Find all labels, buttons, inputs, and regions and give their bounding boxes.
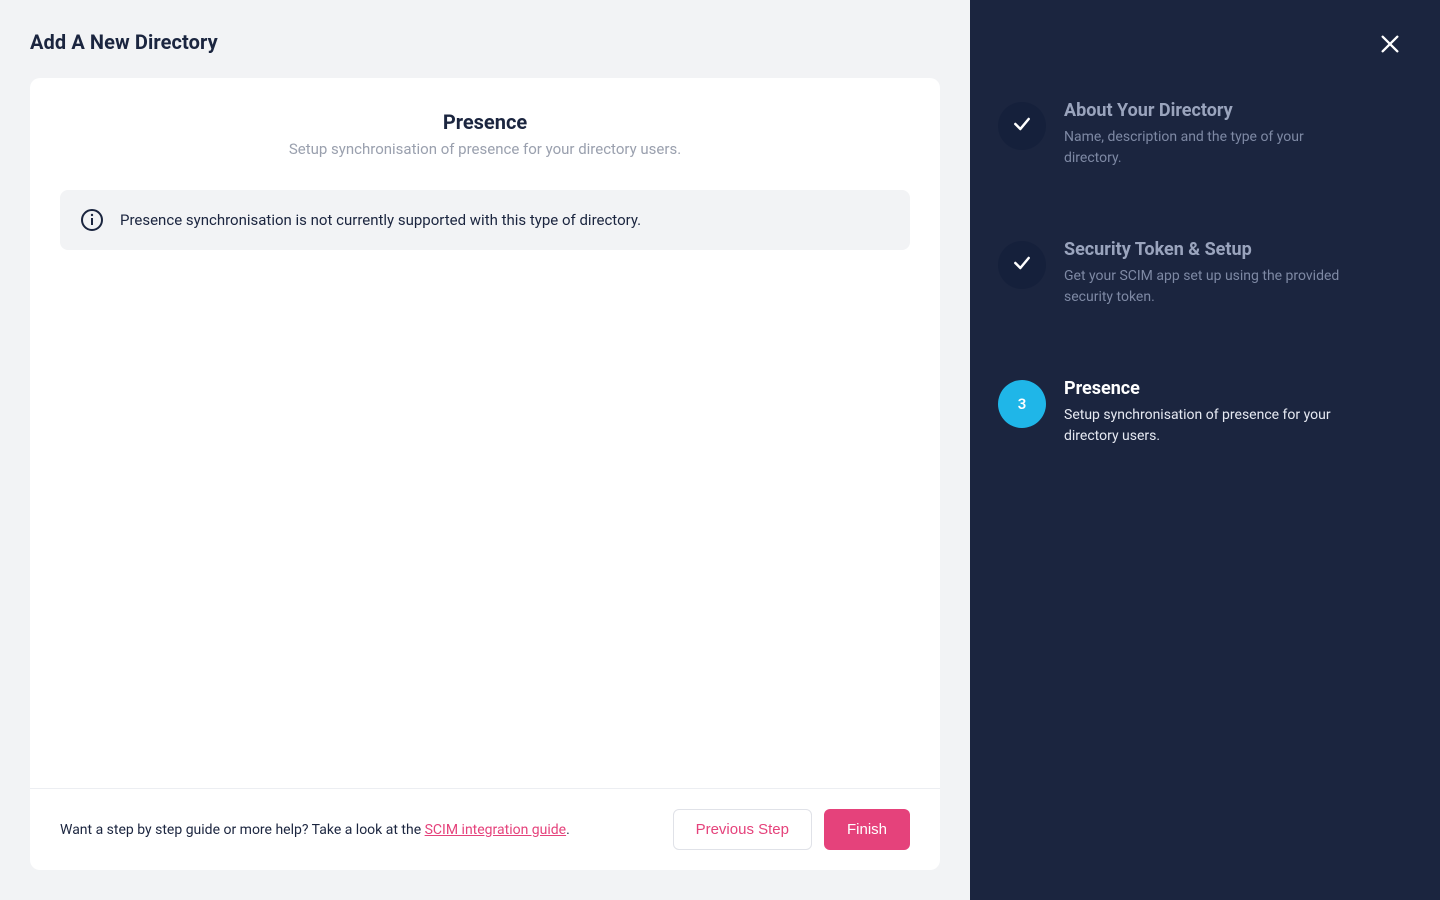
card-body: Presence Setup synchronisation of presen… (30, 78, 940, 788)
page-title: Add A New Directory (30, 0, 940, 78)
content-card: Presence Setup synchronisation of presen… (30, 78, 940, 870)
finish-button[interactable]: Finish (824, 809, 910, 850)
step-desc: Setup synchronisation of presence for yo… (1064, 405, 1364, 447)
step-title: About Your Directory (1064, 100, 1396, 121)
step-presence[interactable]: 3 Presence Setup synchronisation of pres… (1064, 378, 1396, 447)
close-button[interactable] (1374, 30, 1406, 62)
step-desc: Get your SCIM app set up using the provi… (1064, 266, 1364, 308)
step-security-token[interactable]: Security Token & Setup Get your SCIM app… (1064, 239, 1396, 308)
info-icon (80, 208, 104, 232)
help-text-prefix: Want a step by step guide or more help? … (60, 822, 425, 838)
step-about-directory[interactable]: About Your Directory Name, description a… (1064, 100, 1396, 169)
info-notice: Presence synchronisation is not currentl… (60, 190, 910, 250)
card-title: Presence (60, 110, 910, 134)
help-text-suffix: . (566, 822, 570, 838)
step-desc: Name, description and the type of your d… (1064, 127, 1364, 169)
previous-step-button[interactable]: Previous Step (673, 809, 812, 850)
close-icon (1379, 33, 1401, 59)
main-panel: Add A New Directory Presence Setup synch… (0, 0, 970, 900)
scim-guide-link[interactable]: SCIM integration guide (425, 822, 567, 838)
info-notice-text: Presence synchronisation is not currentl… (120, 211, 641, 229)
stepper-sidebar: About Your Directory Name, description a… (970, 0, 1440, 900)
check-icon (1012, 253, 1032, 277)
card-subtitle: Setup synchronisation of presence for yo… (60, 140, 910, 158)
help-text: Want a step by step guide or more help? … (60, 822, 661, 838)
step-title: Security Token & Setup (1064, 239, 1396, 260)
card-footer: Want a step by step guide or more help? … (30, 788, 940, 870)
step-marker-done (998, 241, 1046, 289)
step-marker-done (998, 102, 1046, 150)
step-marker-active: 3 (998, 380, 1046, 428)
step-title: Presence (1064, 378, 1396, 399)
check-icon (1012, 114, 1032, 138)
